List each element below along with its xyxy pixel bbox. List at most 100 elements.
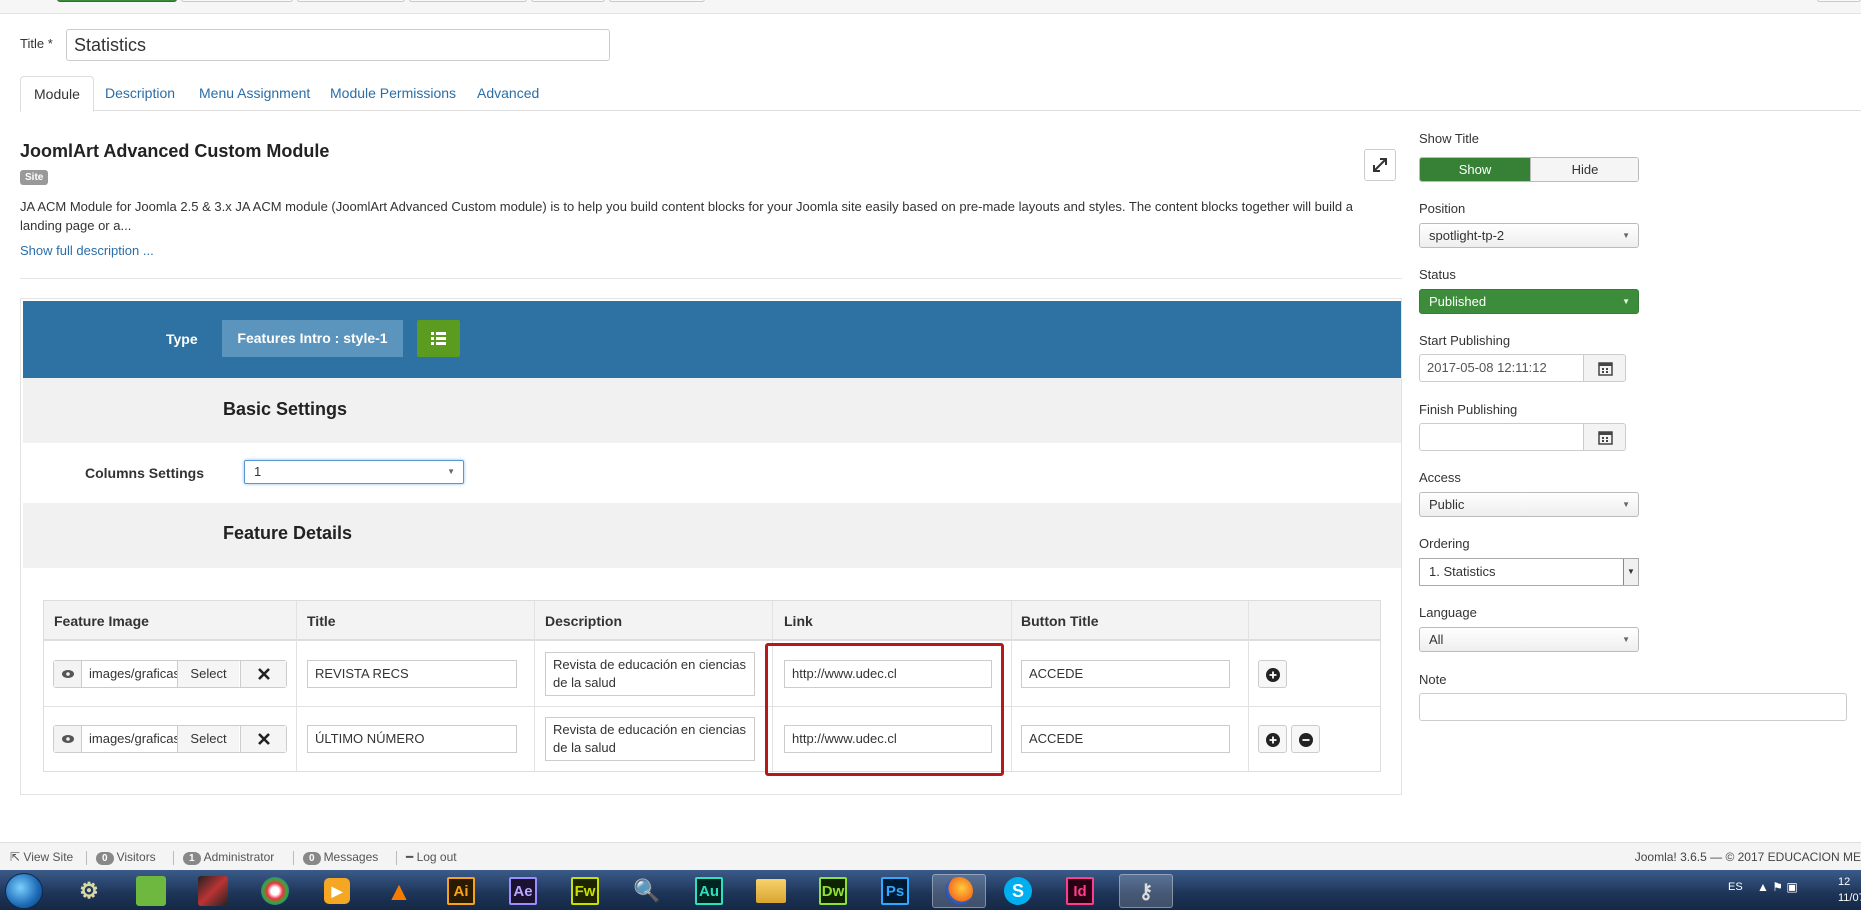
remove-row-button[interactable] [1291, 725, 1320, 753]
android-icon[interactable] [129, 874, 173, 908]
start-button[interactable] [5, 873, 43, 909]
illustrator-icon[interactable]: Ai [439, 874, 483, 908]
taskbar-clock[interactable]: 12 11/07 [1838, 874, 1861, 906]
clear-image-button[interactable] [240, 661, 286, 687]
tab-module-permissions[interactable]: Module Permissions [317, 76, 469, 111]
visitors-link[interactable]: 0 Visitors [96, 850, 156, 865]
chevron-down-icon: ▼ [1622, 500, 1630, 509]
toolbar-button[interactable] [609, 0, 705, 2]
feature-title-input[interactable]: REVISTA RECS [307, 660, 517, 688]
flag-icon: ⚑ [1772, 880, 1783, 894]
ordering-select[interactable]: 1. Statistics ▼ [1419, 558, 1639, 586]
search-tool-icon[interactable]: 🔍 [625, 874, 669, 908]
header-link: Link [784, 613, 813, 629]
feature-description-textarea[interactable]: Revista de educación en ciencias de la s… [545, 652, 755, 696]
site-badge: Site [20, 170, 49, 185]
administrator-link[interactable]: 1 Administrator [183, 850, 274, 865]
show-title-hide-button[interactable]: Hide [1530, 158, 1638, 181]
type-value-button[interactable]: Features Intro : style-1 [222, 320, 403, 357]
tab-module[interactable]: Module [20, 76, 94, 112]
basic-settings-title: Basic Settings [223, 399, 348, 419]
feature-title-input[interactable]: ÚLTIMO NÚMERO [307, 725, 517, 753]
status-label: Status [1419, 267, 1456, 282]
start-publishing-label: Start Publishing [1419, 333, 1511, 348]
feature-description-textarea[interactable]: Revista de educación en ciencias de la s… [545, 717, 755, 761]
indesign-icon[interactable]: Id [1058, 874, 1102, 908]
module-description: JA ACM Module for Joomla 2.5 & 3.x JA AC… [20, 199, 1353, 233]
clear-image-button[interactable] [240, 726, 286, 752]
administrator-badge: 1 [183, 852, 201, 865]
image-path-input[interactable]: images/graficas [83, 661, 177, 687]
toolbar-button[interactable] [531, 0, 605, 2]
file-explorer-icon[interactable] [749, 874, 793, 908]
title-label: Title * [20, 36, 53, 51]
show-title-label: Show Title [1419, 131, 1479, 146]
illustrator-label: Ai [447, 877, 475, 905]
clock-date: 11/07 [1838, 892, 1861, 904]
start-publishing-input[interactable]: 2017-05-08 12:11:12 [1419, 354, 1584, 382]
tab-description[interactable]: Description [92, 76, 188, 111]
ordering-label: Ordering [1419, 536, 1470, 551]
position-value: spotlight-tp-2 [1429, 228, 1505, 243]
app-icon[interactable] [191, 874, 235, 908]
title-input[interactable] [66, 29, 610, 61]
position-select[interactable]: spotlight-tp-2 ▼ [1419, 223, 1639, 248]
toolbar-help-button[interactable] [1817, 0, 1861, 2]
start-publishing-calendar-button[interactable] [1583, 354, 1626, 382]
note-input[interactable] [1419, 693, 1847, 721]
column-divider [1011, 601, 1012, 771]
select-image-button[interactable]: Select [177, 661, 239, 687]
tab-bar: Module Description Menu Assignment Modul… [20, 76, 1861, 112]
fireworks-label: Fw [571, 877, 599, 905]
fullscreen-button[interactable] [1364, 149, 1396, 181]
toolbar-save-button[interactable] [57, 0, 177, 2]
show-title-show-button[interactable]: Show [1420, 158, 1530, 181]
status-select[interactable]: Published ▼ [1419, 289, 1639, 314]
feature-button-title-input[interactable]: ACCEDE [1021, 725, 1230, 753]
media-player-icon[interactable]: ▶ [315, 874, 359, 908]
messages-link[interactable]: 0 Messages [303, 850, 378, 865]
logout-link[interactable]: ━ Log out [406, 850, 457, 864]
language-select[interactable]: All ▼ [1419, 627, 1639, 652]
photoshop-icon[interactable]: Ps [873, 874, 917, 908]
toolbar-button[interactable] [297, 0, 405, 2]
feature-button-title-input[interactable]: ACCEDE [1021, 660, 1230, 688]
calendar-icon [1598, 431, 1613, 445]
firefox-icon[interactable] [932, 874, 986, 908]
view-site-link[interactable]: ⇱ View Site [10, 850, 73, 864]
add-row-button[interactable] [1258, 725, 1287, 753]
camera-app-icon[interactable] [253, 874, 297, 908]
fireworks-icon[interactable]: Fw [563, 874, 607, 908]
preview-button[interactable] [54, 661, 82, 687]
layout-list-button[interactable] [417, 320, 460, 357]
columns-settings-select[interactable]: 1 ▼ [244, 460, 464, 484]
language-indicator[interactable]: ES [1728, 881, 1743, 893]
tab-menu-assignment[interactable]: Menu Assignment [186, 76, 323, 111]
preview-button[interactable] [54, 726, 82, 752]
finish-publishing-input[interactable] [1419, 423, 1584, 451]
divider [20, 278, 1402, 279]
select-image-button[interactable]: Select [177, 726, 239, 752]
link-column-highlight [765, 643, 1004, 776]
finish-publishing-calendar-button[interactable] [1583, 423, 1626, 451]
system-tray[interactable]: ▲ ⚑ ▣ [1757, 880, 1798, 894]
after-effects-icon[interactable]: Ae [501, 874, 545, 908]
toolbar-button[interactable] [181, 0, 293, 2]
keys-app-icon[interactable]: ⚷ [1119, 874, 1173, 908]
eye-icon [62, 735, 74, 743]
show-full-description-link[interactable]: Show full description ... [20, 243, 154, 258]
clock-time: 12 [1838, 876, 1851, 888]
dreamweaver-icon[interactable]: Dw [811, 874, 855, 908]
skype-icon[interactable]: S [996, 874, 1040, 908]
tab-advanced[interactable]: Advanced [464, 76, 552, 111]
audition-icon[interactable]: Au [687, 874, 731, 908]
logout-label: Log out [416, 850, 457, 864]
image-path-input[interactable]: images/graficas [83, 726, 177, 752]
vlc-icon[interactable]: ▲ [377, 874, 421, 908]
access-select[interactable]: Public ▼ [1419, 492, 1639, 517]
toolbar-button[interactable] [409, 0, 527, 2]
expand-icon [1373, 158, 1387, 172]
columns-settings-label: Columns Settings [85, 465, 205, 481]
add-row-button[interactable] [1258, 660, 1287, 688]
keepass-icon[interactable]: ⚙ [67, 874, 111, 908]
